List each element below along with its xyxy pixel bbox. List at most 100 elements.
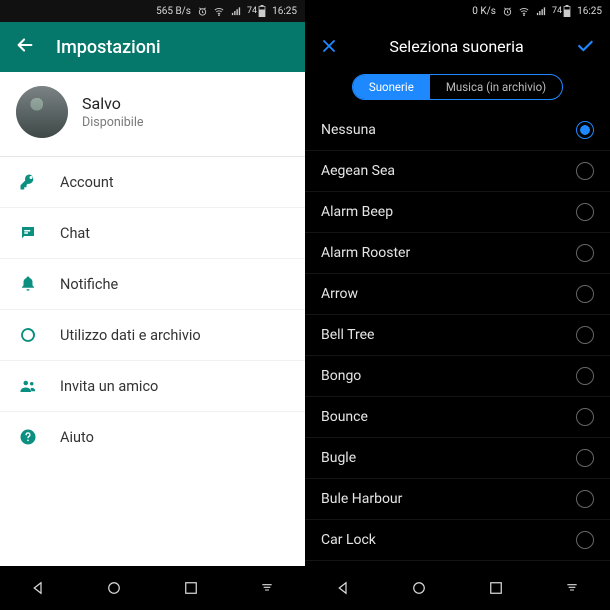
whatsapp-settings-screen: 565 B/s 74 16:25 Impostazioni Salvo [0, 0, 305, 610]
circle-home-icon [105, 579, 123, 597]
signal-icon [230, 6, 242, 17]
settings-item-help[interactable]: Aiuto [0, 411, 305, 462]
ringtone-option[interactable]: Bongo [305, 355, 610, 396]
settings-item-chat[interactable]: Chat [0, 207, 305, 258]
ringtone-option[interactable]: Bounce [305, 396, 610, 437]
radio-icon [576, 244, 594, 262]
radio-icon [576, 490, 594, 508]
battery-pct: 74 [247, 6, 257, 16]
status-icons-group: 74 [502, 5, 571, 17]
settings-item-label: Invita un amico [60, 378, 158, 395]
ringtone-option[interactable]: Bugle [305, 437, 610, 478]
data-icon [18, 326, 38, 344]
stack-icon [563, 580, 581, 596]
tab-ringtones[interactable]: Suonerie [353, 75, 430, 99]
radio-icon [576, 285, 594, 303]
ringtone-label: Car Lock [321, 532, 376, 548]
nav-recents-button[interactable] [484, 576, 508, 600]
tab-music[interactable]: Musica (in archivio) [430, 75, 562, 99]
triangle-back-icon [334, 579, 352, 597]
nav-recents-button[interactable] [179, 576, 203, 600]
radio-icon [576, 162, 594, 180]
radio-icon [576, 367, 594, 385]
status-bar: 565 B/s 74 16:25 [0, 0, 305, 22]
arrow-left-icon [14, 34, 36, 56]
status-bar: 0 K/s 74 16:25 [305, 0, 610, 22]
close-icon [319, 36, 339, 56]
wifi-icon [518, 6, 530, 17]
triangle-back-icon [29, 579, 47, 597]
nav-extra-button[interactable] [255, 576, 279, 600]
net-speed: 565 B/s [156, 6, 191, 17]
help-icon [18, 428, 38, 446]
alarm-icon [197, 6, 208, 17]
nav-extra-button[interactable] [560, 576, 584, 600]
settings-item-invite[interactable]: Invita un amico [0, 360, 305, 411]
ringtone-option[interactable]: Nessuna [305, 110, 610, 150]
settings-item-label: Chat [60, 225, 90, 242]
ringtone-picker-screen: 0 K/s 74 16:25 Seleziona suoneria [305, 0, 610, 610]
android-navbar [0, 566, 305, 610]
nav-home-button[interactable] [407, 576, 431, 600]
ringtone-option[interactable]: Bell Tree [305, 314, 610, 355]
clock: 16:25 [272, 6, 297, 17]
ringtone-list[interactable]: Nessuna Aegean Sea Alarm Beep Alarm Roos… [305, 110, 610, 566]
ringtone-label: Bongo [321, 368, 361, 384]
nav-back-button[interactable] [331, 576, 355, 600]
android-navbar [305, 566, 610, 610]
ringtone-option[interactable]: Alarm Beep [305, 191, 610, 232]
confirm-button[interactable] [574, 36, 596, 56]
ringtone-label: Bell Tree [321, 327, 374, 343]
back-button[interactable] [14, 34, 36, 60]
ringtone-label: Alarm Beep [321, 204, 393, 220]
profile-status: Disponibile [82, 115, 144, 130]
profile-row[interactable]: Salvo Disponibile [0, 72, 305, 157]
bell-icon [18, 275, 38, 293]
settings-item-label: Notifiche [60, 276, 118, 293]
ringtone-label: Bugle [321, 450, 356, 466]
settings-item-data-usage[interactable]: Utilizzo dati e archivio [0, 309, 305, 360]
radio-icon [576, 449, 594, 467]
signal-icon [535, 6, 547, 17]
profile-text: Salvo Disponibile [82, 94, 144, 130]
radio-icon [576, 531, 594, 549]
wifi-icon [213, 6, 225, 17]
ringtone-label: Bounce [321, 409, 368, 425]
status-icons-group: 74 [197, 5, 266, 17]
picker-title: Seleziona suoneria [389, 37, 523, 56]
ringtone-option[interactable]: Alarm Rooster [305, 232, 610, 273]
battery-icon: 74 [247, 5, 266, 17]
ringtone-option[interactable]: Bule Harbour [305, 478, 610, 519]
settings-item-account[interactable]: Account [0, 157, 305, 207]
ringtone-label: Bule Harbour [321, 491, 402, 507]
ringtone-option[interactable]: Arrow [305, 273, 610, 314]
app-header: Impostazioni [0, 22, 305, 72]
settings-list: Account Chat Notifiche Utilizzo dati e a… [0, 157, 305, 566]
radio-icon [576, 326, 594, 344]
alarm-icon [502, 6, 513, 17]
nav-back-button[interactable] [26, 576, 50, 600]
ringtone-option[interactable]: Aegean Sea [305, 150, 610, 191]
circle-home-icon [410, 579, 428, 597]
settings-item-label: Account [60, 174, 114, 191]
ringtone-label: Arrow [321, 286, 358, 302]
ringtone-label: Nessuna [321, 122, 376, 138]
radio-selected-icon [576, 121, 594, 139]
net-speed: 0 K/s [472, 6, 496, 17]
radio-icon [576, 203, 594, 221]
nav-home-button[interactable] [102, 576, 126, 600]
ringtone-label: Alarm Rooster [321, 245, 410, 261]
settings-item-label: Aiuto [60, 429, 94, 446]
picker-header: Seleziona suoneria [305, 22, 610, 70]
close-button[interactable] [319, 36, 339, 56]
settings-item-label: Utilizzo dati e archivio [60, 327, 201, 344]
settings-item-notifications[interactable]: Notifiche [0, 258, 305, 309]
page-title: Impostazioni [56, 37, 161, 58]
battery-pct: 74 [552, 6, 562, 16]
stack-icon [258, 580, 276, 596]
chat-icon [18, 224, 38, 242]
ringtone-option[interactable]: Car Lock [305, 519, 610, 560]
ringtone-label: Aegean Sea [321, 163, 395, 179]
radio-icon [576, 408, 594, 426]
avatar [16, 86, 68, 138]
